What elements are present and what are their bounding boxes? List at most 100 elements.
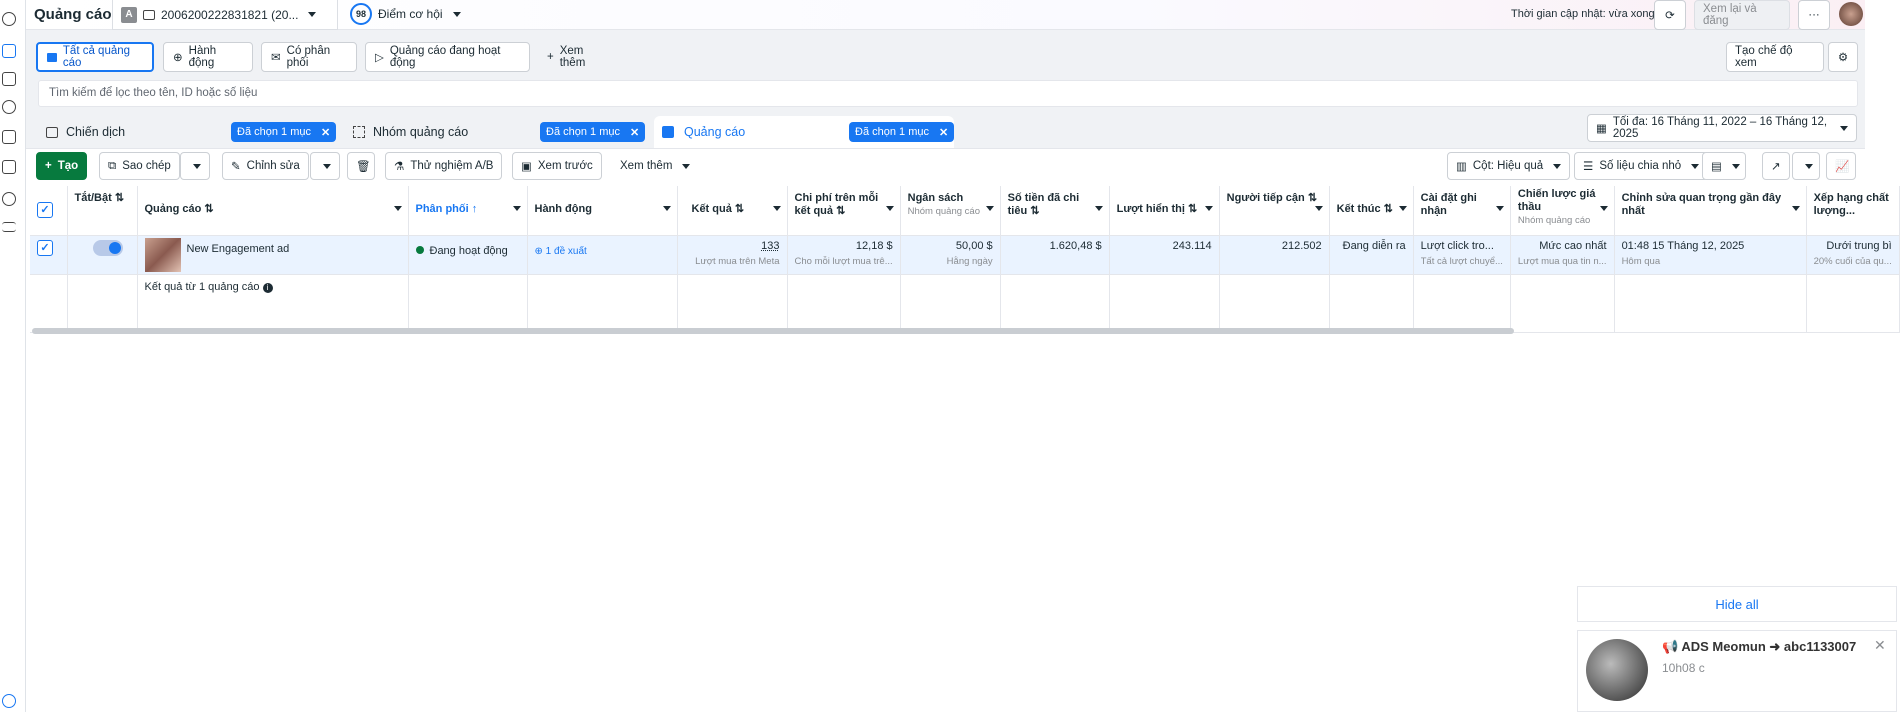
view-settings-button[interactable]: ⚙ [1828,42,1858,72]
people-icon[interactable] [2,100,16,114]
notification-card[interactable]: 📢 ADS Meomun ➜ abc1133007 10h08 c ✕ [1577,630,1897,712]
ad-name-cell[interactable]: New Engagement ad [137,235,409,275]
select-all-header[interactable]: ✓ [30,186,68,236]
dashboard-icon[interactable] [2,12,16,26]
actions-header[interactable]: Hành động [527,186,678,236]
last-edit-header[interactable]: Chỉnh sửa quan trọng gần đây nhất [1614,186,1807,236]
review-publish-button[interactable]: Xem lại và đăng [1694,0,1790,30]
preview-button[interactable]: ▣ Xem trước [512,152,602,180]
cpr-value: 12,18 $ [855,239,893,252]
tab-see-more[interactable]: + Xem thêm [538,42,618,72]
breakdown-button[interactable]: ☰ Số liệu chia nhỏ [1574,152,1709,180]
budget-header[interactable]: Ngân sách Nhóm quảng cáo [900,186,1001,236]
more-options-button[interactable]: ··· [1798,0,1830,30]
duplicate-button[interactable]: ⧉ Sao chép [99,152,180,180]
chart-button[interactable]: 📈 [1826,152,1856,180]
actions-cell[interactable]: ⊕ 1 đề xuất [527,235,678,275]
results-header[interactable]: Kết quả ⇅ [677,186,788,236]
close-icon[interactable]: ✕ [321,126,330,139]
campaign-selected-chip[interactable]: Đã chọn 1 mục ✕ [231,122,337,142]
attribution-header[interactable]: Cài đặt ghi nhận [1413,186,1511,236]
account-selector[interactable]: A 2006200222831821 (20... [112,0,338,30]
date-range-picker[interactable]: ▦ Tối đa: 16 Tháng 11, 2022 – 16 Tháng 1… [1587,114,1857,142]
score-label: Điểm cơ hội [378,7,443,21]
flask-icon: ⚗ [394,161,405,173]
ab-test-label: Thử nghiệm A/B [410,160,494,172]
bid-value: Mức cao nhất [1539,239,1607,252]
close-icon[interactable]: ✕ [630,126,639,139]
reports-button[interactable]: ▤ [1702,152,1746,180]
date-range-label: Tối đa: 16 Tháng 11, 2022 – 16 Tháng 12,… [1612,116,1828,140]
results-cell: 133 Lượt mua trên Meta [677,235,788,275]
opportunity-score[interactable]: 98 Điểm cơ hội [350,3,461,25]
results-value: 133 [761,239,780,252]
reach-header[interactable]: Người tiếp cận ⇅ [1219,186,1330,236]
menu-icon[interactable] [2,222,16,232]
toggle-header[interactable]: Tắt/Bật ⇅ [67,186,138,236]
ad-icon [662,126,674,138]
table-header-row: ✓ Tắt/Bật ⇅ Quảng cáo ⇅ Phân phối ↑ Hành… [30,186,1900,236]
quality-value: Dưới trung bì [1826,239,1892,252]
impressions-header[interactable]: Lượt hiển thị ⇅ [1109,186,1220,236]
tab-all-ads[interactable]: Tất cả quảng cáo [36,42,154,72]
see-more-button[interactable]: Xem thêm [612,152,699,180]
columns-button[interactable]: ▥ Cột: Hiệu quả [1447,152,1571,180]
tab-label: Hành động [188,45,217,69]
ad-selected-chip[interactable]: Đã chọn 1 mục ✕ [849,122,955,142]
search-input[interactable]: Tìm kiếm để lọc theo tên, ID hoặc số liệ… [38,80,1858,107]
close-icon[interactable]: ✕ [939,126,948,139]
avatar[interactable] [1839,2,1863,26]
edit-dropdown[interactable] [310,152,340,180]
notification-time: 10h08 c [1662,661,1705,675]
summary-row: Kết quả từ 1 quảng cáo i [30,274,1900,333]
grid-icon[interactable] [2,44,16,58]
create-button[interactable]: + Tạo [36,152,88,180]
refresh-button[interactable]: ⟳ [1654,0,1686,30]
duplicate-dropdown[interactable] [180,152,210,180]
ellipsis-icon: ··· [1808,9,1820,21]
pencil-icon: ✎ [231,161,241,173]
info-icon[interactable]: i [262,282,273,293]
hide-all-notifications[interactable]: Hide all [1577,586,1897,622]
select-all-checkbox[interactable]: ✓ [37,202,53,218]
quality-ranking-header[interactable]: Xếp hạng chất lượng... [1806,186,1900,236]
row-select-cell[interactable]: ✓ [30,235,68,275]
export-button[interactable]: ↗ [1762,152,1790,180]
ends-header[interactable]: Kết thúc ⇅ [1329,186,1414,236]
help-icon[interactable] [2,694,16,708]
attribution-sub: Tất cả lượt chuyể... [1420,255,1503,267]
delete-button[interactable]: 🗑 [347,152,375,180]
document-icon[interactable] [2,72,16,86]
cost-per-result-header[interactable]: Chi phí trên mỗi kết quả ⇅ [787,186,901,236]
export-dropdown[interactable] [1792,152,1820,180]
row-checkbox[interactable]: ✓ [37,239,53,256]
ab-test-button[interactable]: ⚗ Thử nghiệm A/B [385,152,503,180]
ad-name[interactable]: New Engagement ad [187,243,290,255]
close-icon[interactable]: ✕ [1874,637,1886,654]
adset-selected-chip[interactable]: Đã chọn 1 mục ✕ [540,122,646,142]
more-label: Xem thêm [620,160,673,172]
account-id: 2006200222831821 (20... [161,7,299,22]
ad-toggle[interactable] [92,239,123,256]
account-badge: A [121,6,137,23]
report-icon: ▤ [1711,161,1722,173]
bid-strategy-header[interactable]: Chiến lược giá thầu Nhóm quảng cáo [1510,186,1615,236]
tab-actions[interactable]: ⊕ Hành động [163,42,253,72]
table-row[interactable]: ✓ New Engagement ad Đang hoạt động ⊕ 1 đ… [30,235,1900,275]
chart-icon: 📈 [1835,161,1850,173]
edit-button[interactable]: ✎ Chỉnh sửa [222,152,309,180]
delivery-header[interactable]: Phân phối ↑ [408,186,528,236]
create-view-button[interactable]: Tạo chế độ xem [1726,42,1824,72]
recommendation-link[interactable]: 1 đề xuất [546,246,587,257]
toggle-cell[interactable] [67,235,138,275]
tab-has-delivery[interactable]: ✉ Có phân phối [261,42,357,72]
billing-icon[interactable] [2,160,16,174]
copy-icon: ⧉ [108,159,117,172]
amount-spent-header[interactable]: Số tiền đã chi tiêu ⇅ [1000,186,1110,236]
megaphone-icon[interactable] [2,130,16,144]
horizontal-scrollbar[interactable] [32,328,1514,334]
settings-icon[interactable] [2,192,16,206]
chevron-down-icon [1691,163,1700,169]
ad-name-header[interactable]: Quảng cáo ⇅ [137,186,409,236]
tab-active-ads[interactable]: ▷ Quảng cáo đang hoạt động [365,42,530,72]
